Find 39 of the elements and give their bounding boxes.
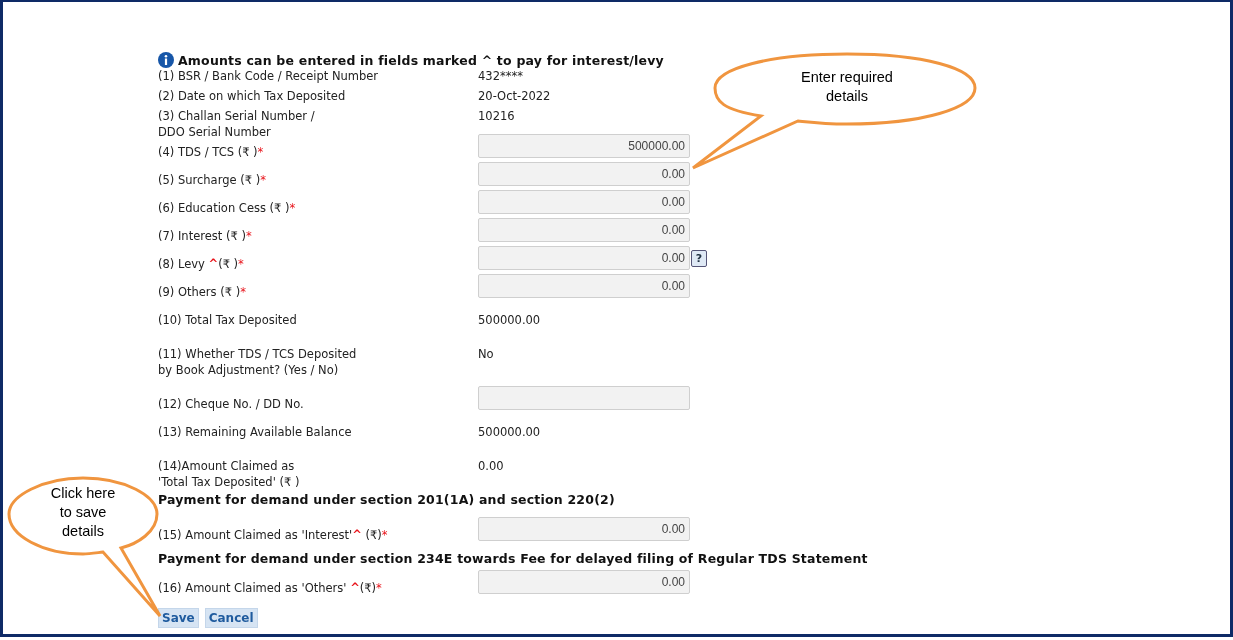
- field-label: (16) Amount Claimed as 'Others' ^(₹)*: [158, 580, 383, 596]
- save-button[interactable]: Save: [158, 608, 199, 628]
- amount-field[interactable]: 0.00: [478, 190, 690, 214]
- field-label: (2) Date on which Tax Deposited: [158, 88, 347, 104]
- field-label: (3) Challan Serial Number / DDO Serial Number: [158, 108, 316, 140]
- field-label: (10) Total Tax Deposited: [158, 312, 298, 328]
- field-label: (14)Amount Claimed as 'Total Tax Deposited' (₹ ): [158, 458, 301, 490]
- field-label: (1) BSR / Bank Code / Receipt Number: [158, 68, 380, 84]
- callout-text: Click here to save details: [49, 484, 117, 541]
- amount-field[interactable]: 500000.00: [478, 134, 690, 158]
- field-label: (12) Cheque No. / DD No.: [158, 396, 305, 412]
- field-label: (15) Amount Claimed as 'Interest'^ (₹)*: [158, 527, 389, 543]
- field-value: 20-Oct-2022: [478, 88, 551, 104]
- help-icon[interactable]: ?: [691, 249, 707, 267]
- field-value: 10216: [478, 108, 515, 124]
- amount-field[interactable]: 0.00: [478, 246, 690, 270]
- field-label: (9) Others (₹ )*: [158, 284, 247, 300]
- notice-text: Amounts can be entered in fields marked ^ to pay for interest/levy: [178, 52, 664, 68]
- section-heading: Payment for demand under section 234E towards Fee for delayed filing of Regular TDS Statement: [158, 551, 869, 566]
- field-value: No: [478, 346, 494, 362]
- amount-field[interactable]: 0.00: [478, 274, 690, 298]
- field-value: 500000.00: [478, 312, 541, 328]
- amount-field[interactable]: 0.00: [478, 162, 690, 186]
- field-value: 500000.00: [478, 424, 541, 440]
- field-value: 0.00: [478, 458, 504, 474]
- field-label: (11) Whether TDS / TCS Deposited by Book Adjustment? (Yes / No): [158, 346, 358, 378]
- field-label: (6) Education Cess (₹ )*: [158, 200, 297, 216]
- amount-field[interactable]: 0.00: [478, 218, 690, 242]
- field-label: (13) Remaining Available Balance: [158, 424, 353, 440]
- callout-text: Enter required details: [800, 68, 894, 106]
- field-label: (5) Surcharge (₹ )*: [158, 172, 267, 188]
- field-value: 432****: [478, 68, 523, 84]
- field-label: (7) Interest (₹ )*: [158, 228, 253, 244]
- amount-field[interactable]: 0.00: [478, 570, 690, 594]
- field-label: (8) Levy ^(₹ )*: [158, 256, 245, 272]
- field-label: (4) TDS / TCS (₹ )*: [158, 144, 265, 160]
- section-heading: Payment for demand under section 201(1A) and section 220(2): [158, 492, 616, 507]
- cancel-button[interactable]: Cancel: [204, 608, 258, 628]
- amount-field[interactable]: 0.00: [478, 517, 690, 541]
